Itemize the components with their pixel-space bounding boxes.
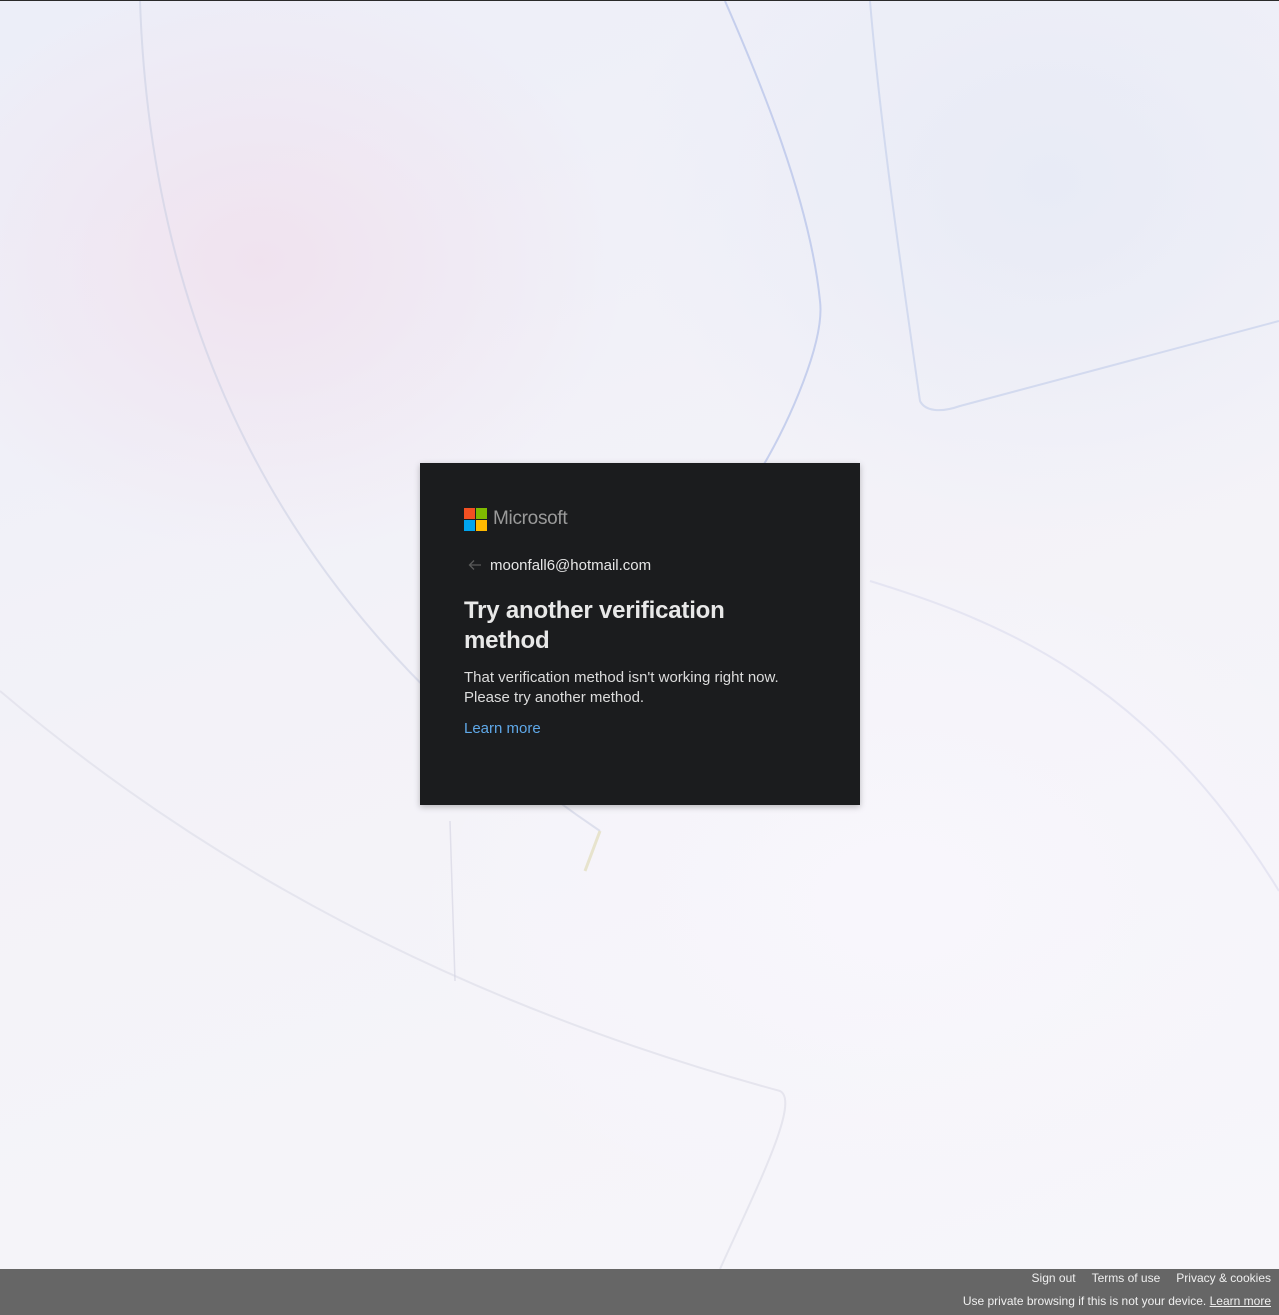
logo-red-square: [464, 507, 475, 519]
private-browsing-note: Use private browsing if this is not your…: [963, 1294, 1271, 1308]
verification-card: Microsoft moonfall6@hotmail.com Try anot…: [420, 463, 860, 805]
arrow-left-icon[interactable]: [468, 556, 490, 574]
terms-of-use-link[interactable]: Terms of use: [1092, 1271, 1161, 1285]
privacy-cookies-link[interactable]: Privacy & cookies: [1176, 1271, 1271, 1285]
description-line-1: That verification method isn't working r…: [464, 669, 779, 686]
sign-out-link[interactable]: Sign out: [1032, 1271, 1076, 1285]
description: That verification method isn't working r…: [464, 668, 816, 708]
logo-yellow-square: [476, 519, 487, 531]
description-line-2: Please try another method.: [464, 689, 645, 706]
footer-learn-more-link[interactable]: Learn more: [1210, 1294, 1271, 1308]
logo-wordmark: Microsoft: [493, 508, 568, 529]
page-title: Try another verification method: [464, 597, 725, 654]
logo-blue-square: [464, 519, 475, 531]
logo-green-square: [476, 507, 487, 519]
learn-more-link[interactable]: Learn more: [464, 720, 541, 737]
private-browsing-text: Use private browsing if this is not your…: [962, 1294, 1207, 1308]
footer-links: Sign out Terms of use Privacy & cookies: [1032, 1271, 1271, 1285]
footer: Sign out Terms of use Privacy & cookies …: [0, 1269, 1279, 1315]
microsoft-logo: Microsoft: [464, 507, 816, 531]
identity-email: moonfall6@hotmail.com: [490, 556, 652, 574]
identity-banner: moonfall6@hotmail.com: [464, 553, 816, 577]
microsoft-squares-icon: [464, 507, 487, 531]
